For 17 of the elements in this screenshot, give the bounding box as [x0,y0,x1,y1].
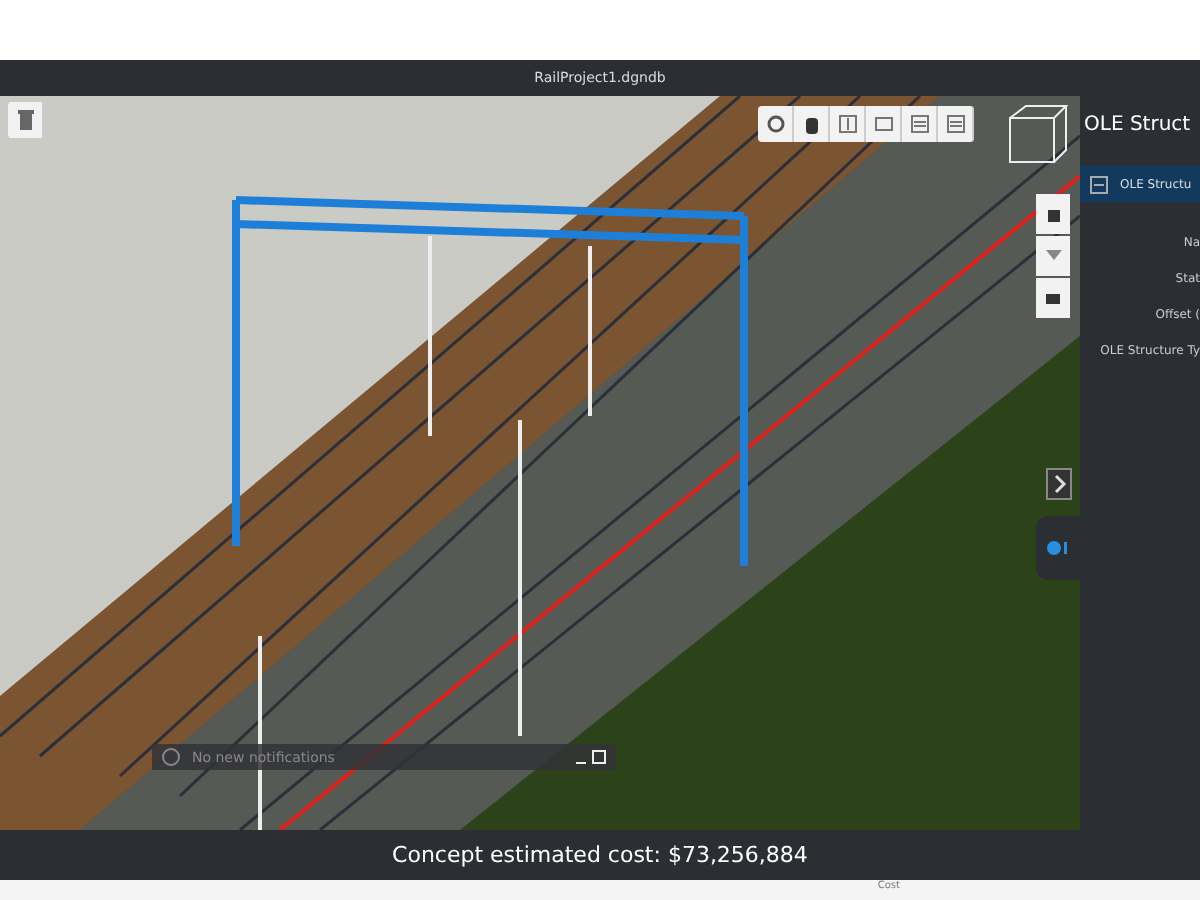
panel-title: OLE Struct [1082,112,1193,140]
list-icon[interactable] [938,106,974,142]
trash-icon[interactable] [8,102,44,138]
list-icon[interactable] [902,106,938,142]
collapse-icon[interactable] [1090,175,1108,193]
minimize-icon[interactable] [576,761,586,763]
camera-icon[interactable] [1036,278,1070,318]
fit-view-icon[interactable] [830,106,866,142]
view-cube-icon[interactable] [1006,102,1070,166]
info-tab[interactable] [1036,516,1080,580]
rotate-icon[interactable] [758,106,794,142]
info-icon [1046,540,1070,556]
window-icon[interactable] [866,106,902,142]
cost-label: Concept estimated cost: $73,256,884 [392,842,808,868]
maximize-icon[interactable] [592,750,606,764]
chevron-right-icon[interactable] [1046,468,1072,500]
info-icon [162,748,180,766]
